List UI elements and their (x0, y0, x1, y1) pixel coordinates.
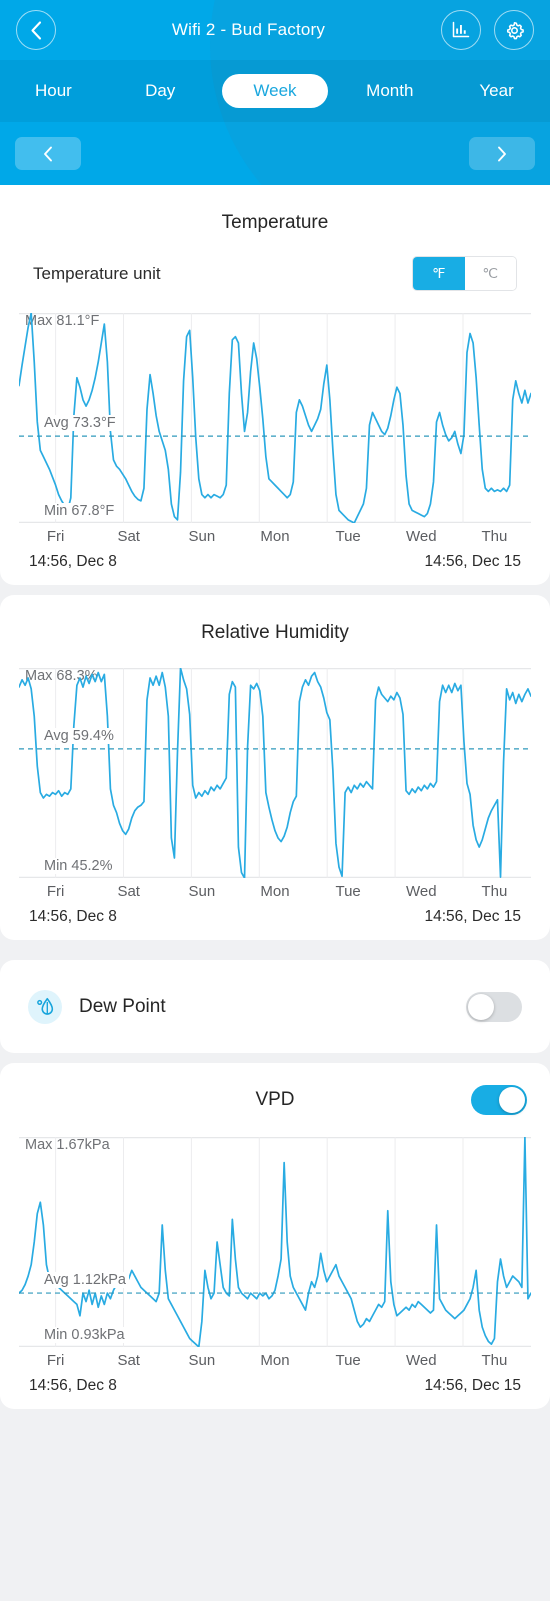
humidity-avg-label: Avg 59.4% (44, 727, 117, 744)
chevron-right-icon (498, 146, 506, 161)
day-label: Wed (405, 528, 437, 545)
tab-week[interactable]: Week (221, 74, 329, 108)
vpd-header: VPD (0, 1063, 550, 1115)
range-end: 14:56, Dec 15 (424, 553, 521, 570)
day-label: Fri (46, 1352, 65, 1369)
temperature-card: Temperature Temperature unit ℉ ℃ Max 81.… (0, 185, 550, 585)
unit-option-celsius[interactable]: ℃ (464, 257, 516, 290)
statistics-button[interactable] (441, 10, 481, 50)
next-period-button[interactable] (469, 137, 535, 170)
toggle-knob (499, 1087, 525, 1113)
temperature-avg-label: Avg 73.3°F (44, 415, 119, 432)
tab-day[interactable]: Day (107, 74, 214, 108)
gear-icon (506, 21, 524, 39)
title-bar: Wifi 2 - Bud Factory (0, 0, 550, 60)
humidity-range-stamps: 14:56, Dec 8 14:56, Dec 15 (0, 900, 550, 926)
back-button[interactable] (16, 10, 56, 50)
app-header: Wifi 2 - Bud Factory Hour Day Week Month… (0, 0, 550, 185)
day-label: Tue (335, 883, 361, 900)
temperature-title: Temperature (221, 212, 329, 233)
day-label: Mon (260, 1352, 290, 1369)
vpd-avg-label: Avg 1.12kPa (44, 1272, 129, 1289)
humidity-chart-svg (19, 668, 531, 878)
day-label: Sun (188, 883, 216, 900)
tab-month[interactable]: Month (336, 74, 443, 108)
dew-point-toggle[interactable] (466, 991, 522, 1022)
tab-hour[interactable]: Hour (0, 74, 107, 108)
range-end: 14:56, Dec 15 (424, 908, 521, 925)
temperature-range-stamps: 14:56, Dec 8 14:56, Dec 15 (0, 545, 550, 571)
humidity-plot: Avg 59.4% Min 45.2% (19, 668, 531, 878)
temperature-chart-wrap: Max 81.1°F Avg 73.3°F Min 67.8°F (0, 313, 550, 523)
day-label: Wed (405, 1352, 437, 1369)
day-label: Mon (260, 528, 290, 545)
vpd-toggle[interactable] (471, 1085, 527, 1115)
header-actions (441, 10, 534, 50)
day-label: Wed (405, 883, 437, 900)
day-label: Sat (117, 1352, 140, 1369)
range-end: 14:56, Dec 15 (424, 1377, 521, 1394)
day-label: Sat (117, 528, 140, 545)
day-label: Sun (188, 1352, 216, 1369)
day-label: Fri (46, 528, 65, 545)
vpd-series (19, 1137, 531, 1347)
day-label: Tue (335, 528, 361, 545)
day-label: Thu (481, 528, 508, 545)
humidity-chart-wrap: Max 68.3% Avg 59.4% Min 45.2% (0, 668, 550, 878)
previous-period-button[interactable] (15, 137, 81, 170)
settings-button[interactable] (494, 10, 534, 50)
vpd-plot: Avg 1.12kPa Min 0.93kPa (19, 1137, 531, 1347)
humidity-series (19, 668, 531, 878)
bar-chart-icon (452, 21, 470, 38)
humidity-title: Relative Humidity (201, 622, 349, 643)
temperature-unit-label: Temperature unit (33, 263, 161, 283)
dew-point-card: Dew Point (0, 960, 550, 1053)
tab-year[interactable]: Year (443, 74, 550, 108)
toggle-knob (468, 993, 494, 1020)
chevron-left-icon (44, 146, 52, 161)
vpd-day-axis: Fri Sat Sun Mon Tue Wed Thu (0, 1352, 550, 1369)
humidity-min-label: Min 45.2% (44, 858, 116, 874)
day-label: Sun (188, 528, 216, 545)
temperature-unit-row: Temperature unit ℉ ℃ (0, 234, 550, 291)
day-label: Tue (335, 1352, 361, 1369)
day-label: Thu (481, 1352, 508, 1369)
temperature-day-axis: Fri Sat Sun Mon Tue Wed Thu (0, 528, 550, 545)
chevron-left-icon (31, 20, 42, 40)
day-label: Fri (46, 883, 65, 900)
vpd-chart-svg (19, 1137, 531, 1347)
dew-drop-icon (28, 989, 62, 1024)
date-navigation (0, 122, 550, 185)
dew-point-label: Dew Point (79, 995, 166, 1017)
range-start: 14:56, Dec 8 (29, 553, 117, 570)
vpd-chart-wrap: Max 1.67kPa Avg 1.12kPa Min 0.93kPa (0, 1137, 550, 1347)
dew-drop-glyph (37, 997, 54, 1015)
range-start: 14:56, Dec 8 (29, 1377, 117, 1394)
humidity-card: Relative Humidity Max 68.3% Avg 59.4% Mi… (0, 595, 550, 940)
day-label: Thu (481, 883, 508, 900)
humidity-day-axis: Fri Sat Sun Mon Tue Wed Thu (0, 883, 550, 900)
temperature-min-label: Min 67.8°F (44, 503, 118, 519)
temperature-unit-toggle[interactable]: ℉ ℃ (412, 256, 517, 291)
day-label: Mon (260, 883, 290, 900)
vpd-min-label: Min 0.93kPa (44, 1327, 128, 1343)
vpd-title: VPD (255, 1089, 295, 1110)
day-label: Sat (117, 883, 140, 900)
unit-option-fahrenheit[interactable]: ℉ (413, 257, 465, 290)
vpd-range-stamps: 14:56, Dec 8 14:56, Dec 15 (0, 1369, 550, 1395)
vpd-card: VPD Max 1.67kPa Avg 1.12kPa Min 0.93kPa … (0, 1063, 550, 1409)
range-start: 14:56, Dec 8 (29, 908, 117, 925)
temperature-plot: Avg 73.3°F Min 67.8°F (19, 313, 531, 523)
page-title: Wifi 2 - Bud Factory (171, 20, 326, 39)
period-tabs: Hour Day Week Month Year (0, 60, 550, 122)
